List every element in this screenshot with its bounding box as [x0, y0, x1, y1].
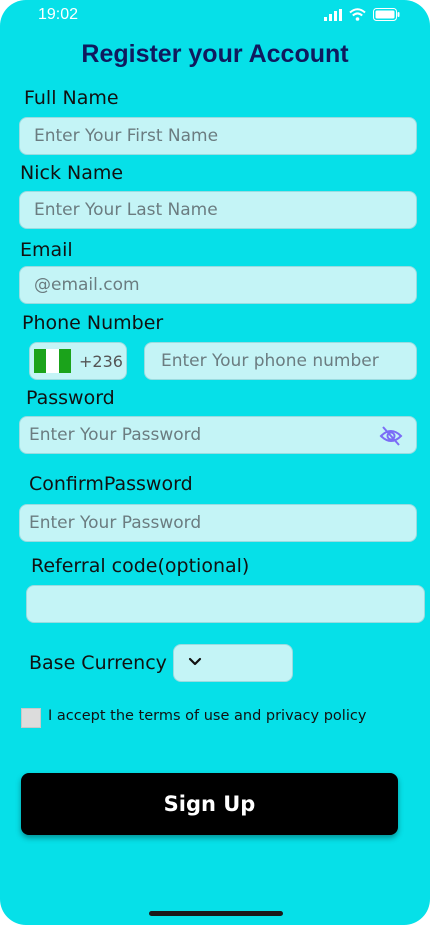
referral-input[interactable] — [26, 585, 425, 623]
base-currency-select[interactable] — [173, 644, 293, 682]
full-name-input[interactable]: Enter Your First Name — [19, 117, 417, 155]
signal-icon — [324, 8, 342, 21]
base-currency-label: Base Currency — [29, 652, 167, 674]
eye-off-icon[interactable] — [379, 425, 403, 447]
nick-name-placeholder: Enter Your Last Name — [34, 200, 218, 220]
phone-label: Phone Number — [22, 312, 164, 334]
confirm-password-placeholder: Enter Your Password — [29, 513, 202, 533]
terms-text: I accept the terms of use and privacy po… — [48, 708, 367, 724]
confirm-password-input[interactable]: Enter Your Password — [19, 504, 417, 542]
phone-placeholder: Enter Your phone number — [161, 351, 379, 371]
password-input[interactable]: Enter Your Password — [19, 416, 417, 454]
email-placeholder: @email.com — [34, 275, 140, 295]
battery-icon — [373, 8, 400, 21]
email-input[interactable]: @email.com — [19, 266, 417, 304]
page-title: Register your Account — [81, 40, 349, 68]
status-time: 19:02 — [38, 6, 79, 23]
sign-up-button[interactable]: Sign Up — [21, 773, 398, 835]
nigeria-flag-icon — [34, 349, 71, 373]
referral-label: Referral code(optional) — [31, 555, 250, 577]
password-label: Password — [26, 387, 115, 409]
chevron-down-icon — [188, 657, 202, 666]
country-code: +236 — [79, 351, 123, 371]
phone-input[interactable]: Enter Your phone number — [144, 342, 417, 380]
wifi-icon — [349, 8, 366, 21]
registration-screen: 19:02 Register your Account Full Name En… — [0, 0, 430, 925]
email-label: Email — [20, 239, 73, 261]
home-indicator — [149, 911, 283, 916]
full-name-placeholder: Enter Your First Name — [34, 126, 219, 146]
confirm-password-label: ConfirmPassword — [29, 473, 193, 495]
nick-name-input[interactable]: Enter Your Last Name — [19, 191, 417, 229]
status-icons — [324, 8, 400, 21]
password-placeholder: Enter Your Password — [29, 425, 202, 445]
terms-checkbox[interactable] — [21, 708, 41, 728]
full-name-label: Full Name — [24, 87, 119, 109]
nick-name-label: Nick Name — [20, 162, 124, 184]
country-code-selector[interactable]: +236 — [29, 342, 127, 380]
